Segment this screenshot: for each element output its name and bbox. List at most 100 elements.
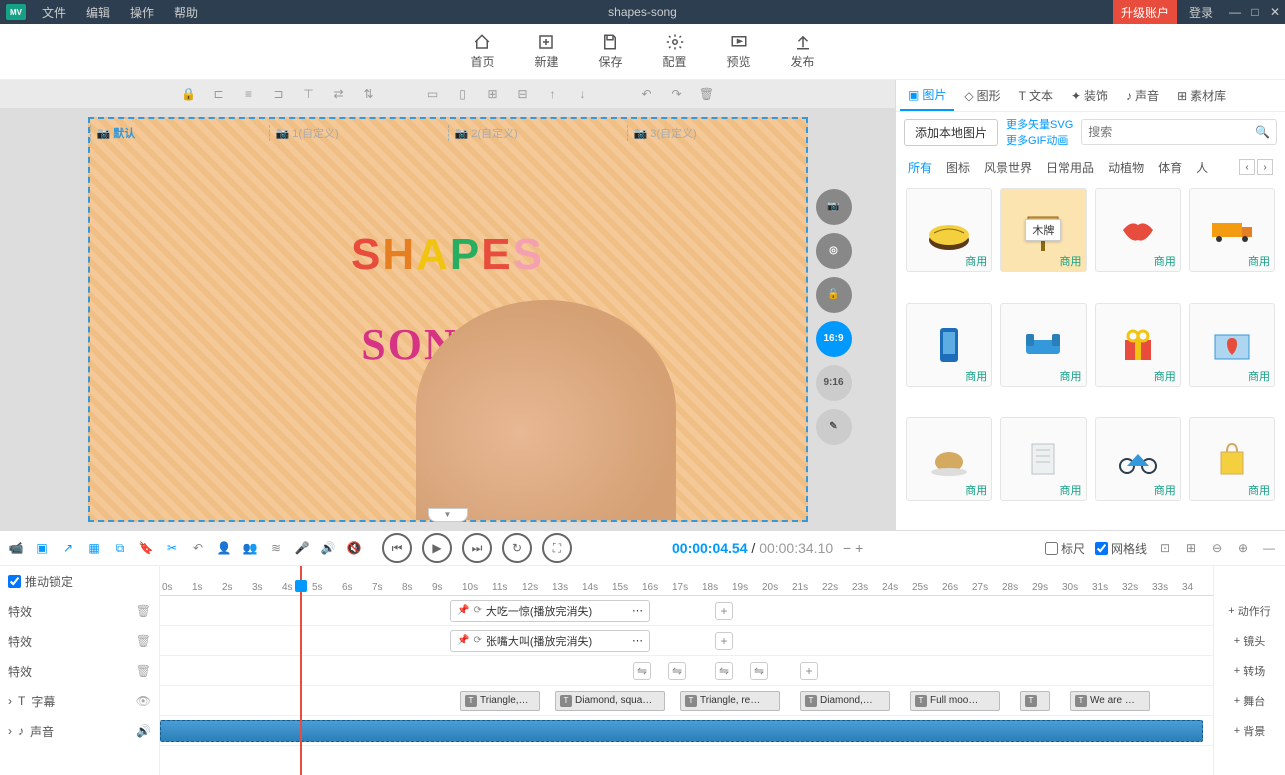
cat-all[interactable]: 所有 [908, 159, 932, 176]
add-action-row[interactable]: + 动作行 [1214, 596, 1285, 626]
expand-sub-icon[interactable]: › [8, 694, 12, 708]
tab-library[interactable]: ⊞ 素材库 [1169, 80, 1234, 111]
tl-link-icon[interactable]: ⧉ [112, 540, 128, 556]
marker-2[interactable]: 📷 2(自定义) [448, 125, 627, 141]
tl-camera-icon[interactable]: 📹 [8, 540, 24, 556]
aspect-16-9[interactable]: 16:9 [816, 321, 852, 357]
playhead[interactable] [300, 566, 302, 775]
search-icon[interactable]: 🔍 [1255, 125, 1270, 139]
collapse-handle[interactable]: ▼ [428, 508, 468, 522]
tl-export-icon[interactable]: ↗ [60, 540, 76, 556]
asset-sofa[interactable]: 商用 [1000, 303, 1086, 387]
add-local-image-button[interactable]: 添加本地图片 [904, 119, 998, 146]
asset-phone[interactable]: 商用 [906, 303, 992, 387]
align-left-icon[interactable]: ⊏ [211, 86, 227, 102]
preview-button[interactable]: 预览 [727, 33, 751, 70]
cat-sport[interactable]: 体育 [1158, 159, 1182, 176]
cat-next[interactable]: › [1257, 159, 1273, 175]
transition-4[interactable]: ⇋ [750, 662, 768, 680]
add-stage-row[interactable]: + 舞台 [1214, 686, 1285, 716]
tab-text[interactable]: T 文本 [1011, 80, 1061, 111]
home-button[interactable]: 首页 [470, 33, 494, 70]
marker-1[interactable]: 📷 1(自定义) [269, 125, 448, 141]
add-transition[interactable]: + [800, 662, 818, 680]
cat-animal[interactable]: 动植物 [1108, 159, 1144, 176]
clip-surprise[interactable]: 📌⟳大吃一惊(播放完消失)⋯ [450, 600, 650, 622]
asset-noodles[interactable]: 商用 [906, 188, 992, 272]
distribute-h-icon[interactable]: ▭ [425, 86, 441, 102]
layer-down-icon[interactable]: ↓ [575, 86, 591, 102]
delete-icon[interactable]: 🗑 [699, 86, 715, 102]
tab-sound[interactable]: ♪ 声音 [1118, 80, 1167, 111]
ruler-toggle[interactable]: 标尺 [1045, 540, 1085, 557]
close-button[interactable]: ✕ [1265, 5, 1285, 19]
asset-bag[interactable]: 商用 [1189, 417, 1275, 501]
menu-edit[interactable]: 编辑 [76, 4, 120, 21]
redo-icon[interactable]: ↷ [669, 86, 685, 102]
tl-marker-icon[interactable]: 🔖 [138, 540, 154, 556]
asset-gift[interactable]: 商用 [1095, 303, 1181, 387]
fx-delete-3[interactable]: 🗑 [136, 664, 151, 678]
config-button[interactable]: 配置 [663, 33, 687, 70]
save-button[interactable]: 保存 [598, 33, 622, 70]
cat-people[interactable]: 人 [1196, 159, 1208, 176]
tl-person-icon[interactable]: 👤 [216, 540, 232, 556]
sub-6[interactable]: T [1020, 691, 1050, 711]
asset-truck[interactable]: 商用 [1189, 188, 1275, 272]
lock-toggle[interactable]: 推动锁定 [8, 573, 73, 590]
asset-motorcycle[interactable]: 商用 [1095, 417, 1181, 501]
prev-button[interactable]: ⏮ [382, 533, 412, 563]
timeline-tracks[interactable]: 0s1s2s3s4s5s6s7s8s9s10s11s12s13s14s15s16… [160, 566, 1213, 775]
tl-snap-icon[interactable]: ⊡ [1157, 540, 1173, 556]
cat-prev[interactable]: ‹ [1239, 159, 1255, 175]
time-minus[interactable]: − [843, 540, 851, 556]
edit-icon[interactable]: ✎ [816, 409, 852, 445]
loop-button[interactable]: ↻ [502, 533, 532, 563]
add-clip-1[interactable]: + [715, 602, 733, 620]
unlock-icon[interactable]: 🔓 [816, 277, 852, 313]
distribute-v-icon[interactable]: ▯ [455, 86, 471, 102]
align-top-icon[interactable]: ⊤ [301, 86, 317, 102]
menu-file[interactable]: 文件 [32, 4, 76, 21]
tl-grid-icon[interactable]: ▦ [86, 540, 102, 556]
layer-up-icon[interactable]: ↑ [545, 86, 561, 102]
next-button[interactable]: ⏭ [462, 533, 492, 563]
group-icon[interactable]: ⊞ [485, 86, 501, 102]
audio-volume[interactable]: 🔊 [136, 724, 151, 738]
asset-map[interactable]: 商用 [1189, 303, 1275, 387]
undo-icon[interactable]: ↶ [639, 86, 655, 102]
cat-scenery[interactable]: 风景世界 [984, 159, 1032, 176]
zoom-in-icon[interactable]: ⊕ [1235, 540, 1251, 556]
fx-delete-1[interactable]: 🗑 [136, 604, 151, 618]
subtitle-track[interactable]: TTriangle,… TDiamond, squa… TTriangle, r… [160, 686, 1213, 716]
asset-chicken[interactable]: 商用 [906, 417, 992, 501]
align-center-icon[interactable]: ≡ [241, 86, 257, 102]
marker-3[interactable]: 📷 3(自定义) [627, 125, 806, 141]
maximize-button[interactable]: □ [1245, 5, 1265, 19]
cat-icon[interactable]: 图标 [946, 159, 970, 176]
add-transition-row[interactable]: + 转场 [1214, 656, 1285, 686]
tl-mute-icon[interactable]: 🔇 [346, 540, 362, 556]
flip-h-icon[interactable]: ⇄ [331, 86, 347, 102]
camera-icon[interactable]: 📷 [816, 189, 852, 225]
tl-cut-icon[interactable]: ✂ [164, 540, 180, 556]
tl-mic-icon[interactable]: 🎤 [294, 540, 310, 556]
tab-decor[interactable]: ✦ 装饰 [1063, 80, 1116, 111]
search-input[interactable] [1088, 125, 1255, 139]
flip-v-icon[interactable]: ⇅ [361, 86, 377, 102]
marker-default[interactable]: 📷 默认 [90, 125, 269, 141]
sub-visibility[interactable]: 👁 [136, 694, 151, 708]
grid-toggle[interactable]: 网格线 [1095, 540, 1147, 557]
menu-help[interactable]: 帮助 [164, 4, 208, 21]
tl-people-icon[interactable]: 👥 [242, 540, 258, 556]
asset-sign[interactable]: 木牌商用 [1000, 188, 1086, 272]
asset-paper[interactable]: 商用 [1000, 417, 1086, 501]
minimize-button[interactable]: — [1225, 5, 1245, 19]
tl-magnet-icon[interactable]: ⊞ [1183, 540, 1199, 556]
aspect-9-16[interactable]: 9:16 [816, 365, 852, 401]
tl-wave-icon[interactable]: ≋ [268, 540, 284, 556]
tl-frame-icon[interactable]: ▣ [34, 540, 50, 556]
sub-2[interactable]: TDiamond, squa… [555, 691, 665, 711]
fullscreen-button[interactable]: ⛶ [542, 533, 572, 563]
add-clip-2[interactable]: + [715, 632, 733, 650]
